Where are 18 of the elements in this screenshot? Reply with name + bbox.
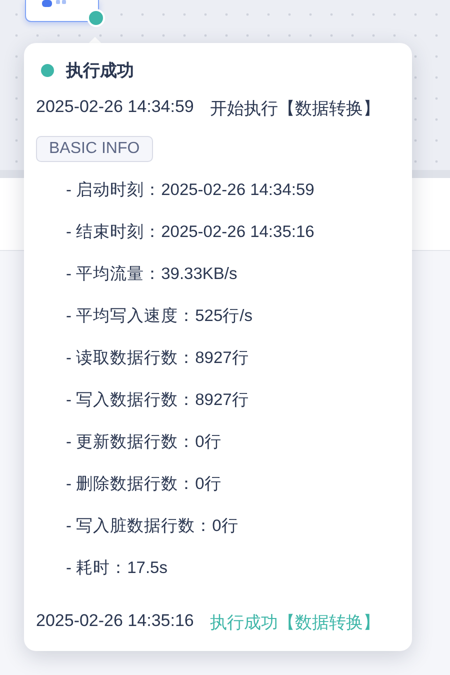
detail-line: - 平均写入速度：525行/s bbox=[66, 306, 254, 327]
detail-line: - 结束时刻：2025-02-26 14:35:16 bbox=[66, 222, 316, 243]
log-message: 执行成功【数据转换】 bbox=[210, 612, 380, 634]
detail-line: - 删除数据行数：0行 bbox=[66, 474, 222, 495]
log-time: 2025-02-26 14:34:59 bbox=[36, 97, 194, 118]
section-tag: BASIC INFO bbox=[36, 136, 153, 162]
status-title: 执行成功 bbox=[66, 60, 134, 82]
detail-line: - 写入脏数据行数：0行 bbox=[66, 516, 240, 537]
detail-line: - 平均流量：39.33KB/s bbox=[66, 264, 238, 285]
detail-line: - 启动时刻：2025-02-26 14:34:59 bbox=[66, 180, 316, 201]
log-time: 2025-02-26 14:35:16 bbox=[36, 611, 194, 632]
detail-line: - 写入数据行数：8927行 bbox=[66, 390, 250, 411]
log-message: 开始执行【数据转换】 bbox=[210, 98, 380, 120]
node-icon bbox=[42, 0, 68, 8]
node-card[interactable] bbox=[25, 0, 99, 22]
detail-line: - 读取数据行数：8927行 bbox=[66, 348, 250, 369]
detail-line: - 耗时：17.5s bbox=[66, 558, 168, 579]
detail-line: - 更新数据行数：0行 bbox=[66, 432, 222, 453]
